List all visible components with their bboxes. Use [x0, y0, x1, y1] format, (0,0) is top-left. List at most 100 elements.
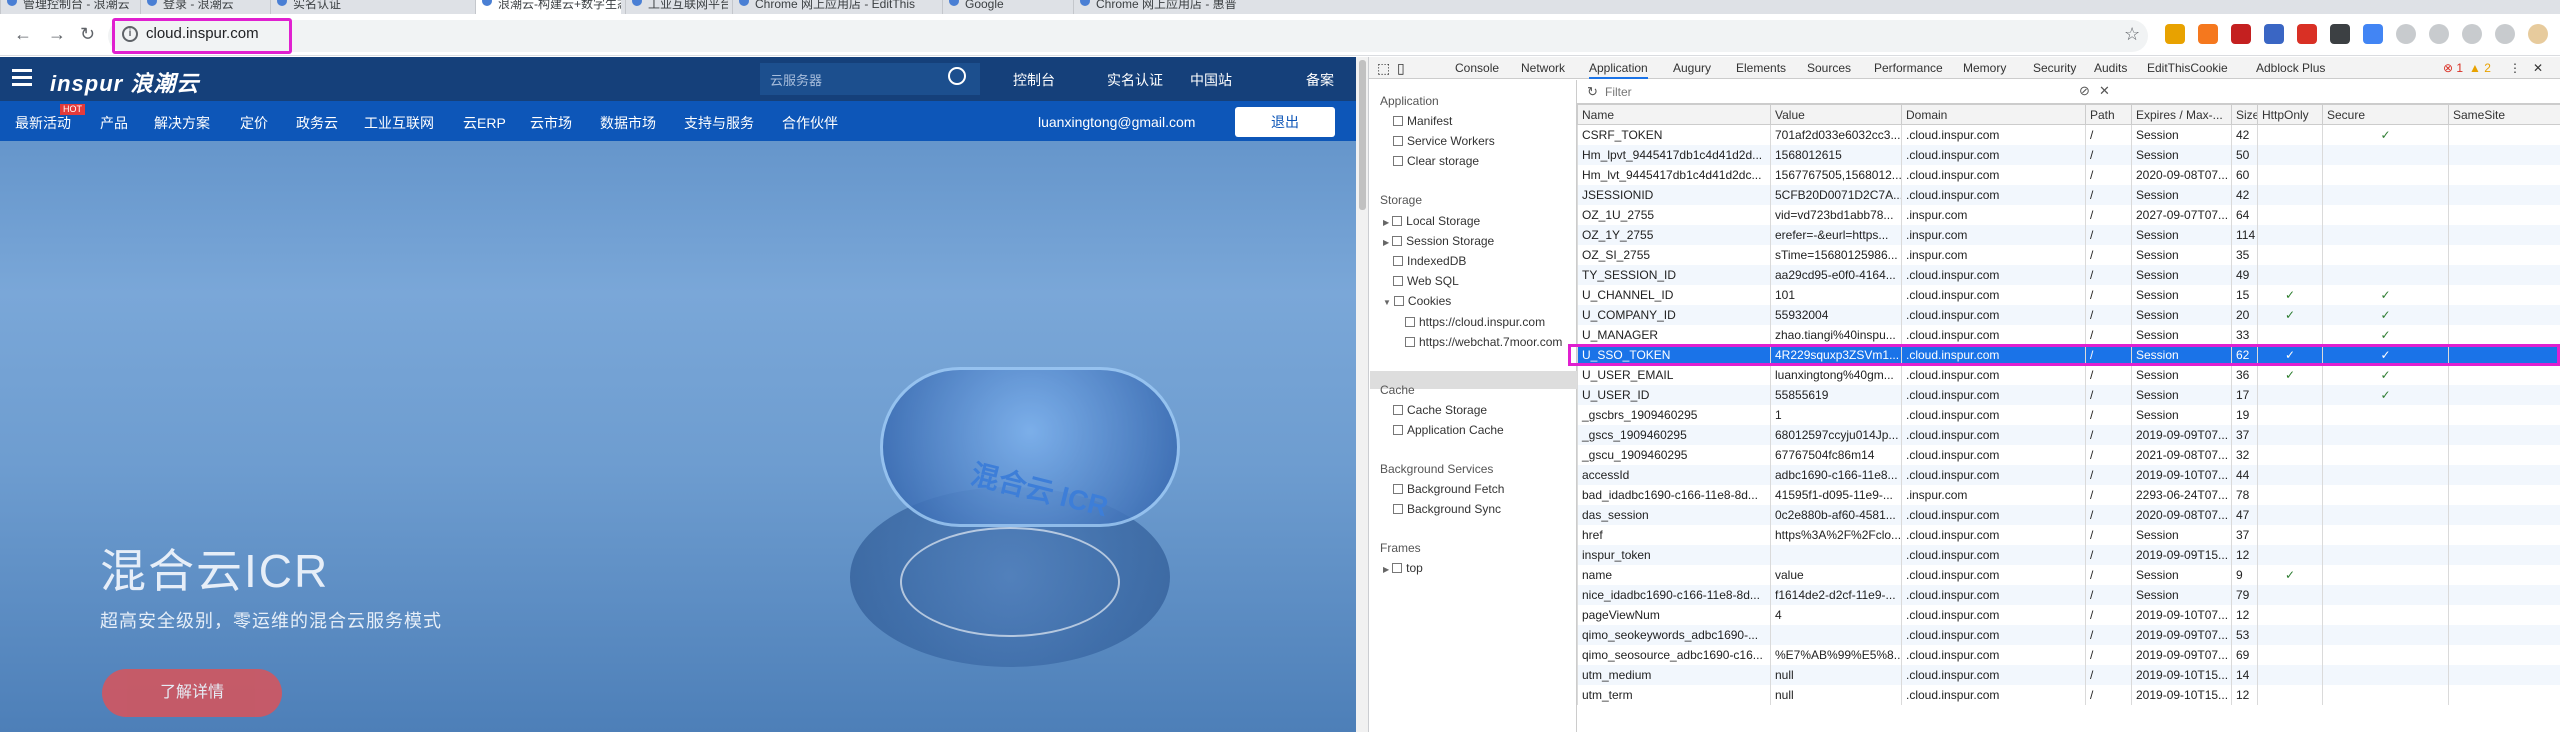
extension-icon[interactable] — [2528, 24, 2548, 44]
cookie-cell[interactable] — [2257, 524, 2323, 545]
cookie-cell[interactable]: _gscs_1909460295 — [1577, 424, 1771, 445]
cookie-cell[interactable] — [2448, 144, 2560, 165]
cookie-cell[interactable] — [2322, 144, 2449, 165]
cookie-cell[interactable] — [2257, 184, 2323, 205]
cookie-cell[interactable]: U_MANAGER — [1577, 324, 1771, 345]
site-nav-item[interactable]: 产品 — [100, 113, 128, 133]
sidebar-item[interactable]: Clear storage — [1393, 154, 1479, 168]
cookie-cell[interactable]: aa29cd95-e0f0-4164... — [1770, 264, 1902, 285]
cookie-cell[interactable] — [2257, 264, 2323, 285]
expand-arrow-icon[interactable]: ▶ — [1383, 218, 1389, 227]
warning-count[interactable]: ▲ 2 — [2469, 61, 2491, 75]
cookie-cell[interactable]: 114 — [2231, 224, 2258, 245]
cookie-cell[interactable]: 2019-09-09T07... — [2131, 424, 2232, 445]
extension-icon[interactable] — [2198, 24, 2218, 44]
cookie-cell[interactable]: inspur_token — [1577, 544, 1771, 565]
extension-icon[interactable] — [2330, 24, 2350, 44]
cookie-cell[interactable]: 1568012615 — [1770, 144, 1902, 165]
cookie-cell[interactable]: qimo_seosource_adbc1690-c16... — [1577, 644, 1771, 665]
cookie-cell[interactable]: / — [2085, 584, 2132, 605]
cookie-cell[interactable] — [2257, 604, 2323, 625]
cookie-cell[interactable]: Session — [2131, 564, 2232, 585]
extension-icon[interactable] — [2264, 24, 2284, 44]
device-toolbar-icon[interactable]: ▯ — [1397, 60, 1405, 77]
cookie-cell[interactable]: 68012597ccyju014Jp... — [1770, 424, 1902, 445]
cookie-cell[interactable]: / — [2085, 304, 2132, 325]
cookie-row[interactable]: qimo_seosource_adbc1690-c16... %E7%AB%99%… — [1577, 644, 2560, 665]
cookie-cell[interactable]: https%3A%2F%2Fclo... — [1770, 524, 1902, 545]
cookie-cell[interactable]: 49 — [2231, 264, 2258, 285]
devtools-tab[interactable]: Sources — [1807, 61, 1851, 75]
cookie-cell[interactable]: 2019-09-10T07... — [2131, 604, 2232, 625]
cookie-cell[interactable]: .cloud.inspur.com — [1901, 464, 2086, 485]
user-email[interactable]: luanxingtong@gmail.com — [1038, 114, 1195, 130]
column-header[interactable]: Value — [1770, 104, 1902, 125]
cookie-cell[interactable] — [2322, 264, 2449, 285]
browser-tab[interactable]: 工业互联网平台 — [625, 0, 728, 14]
cookie-cell[interactable] — [2322, 244, 2449, 265]
cookie-cell[interactable] — [2322, 544, 2449, 565]
devtools-tab[interactable]: Network — [1521, 61, 1565, 75]
cookie-cell[interactable]: / — [2085, 124, 2132, 145]
cookie-row[interactable]: nice_idadbc1690-c166-11e8-8d... f1614de2-… — [1577, 584, 2560, 605]
cookie-cell[interactable]: / — [2085, 484, 2132, 505]
logout-button[interactable]: 退出 — [1235, 107, 1335, 137]
inspect-icon[interactable]: ⬚ — [1377, 60, 1390, 77]
cookie-cell[interactable]: bad_idadbc1690-c166-11e8-8d... — [1577, 484, 1771, 505]
bookmark-star-icon[interactable]: ☆ — [2124, 24, 2140, 45]
cookie-cell[interactable]: / — [2085, 664, 2132, 685]
extension-icon[interactable] — [2429, 24, 2449, 44]
cookie-cell[interactable]: / — [2085, 244, 2132, 265]
cookie-cell[interactable]: f1614de2-d2cf-11e9-... — [1770, 584, 1902, 605]
cookie-cell[interactable]: Session — [2131, 264, 2232, 285]
cookie-cell[interactable] — [2257, 424, 2323, 445]
cookie-cell[interactable]: .cloud.inspur.com — [1901, 284, 2086, 305]
cookie-cell[interactable]: pageViewNum — [1577, 604, 1771, 625]
cookie-cell[interactable]: .cloud.inspur.com — [1901, 544, 2086, 565]
cookie-cell[interactable] — [2448, 584, 2560, 605]
cookie-cell[interactable]: _gscbrs_1909460295 — [1577, 404, 1771, 425]
cookie-cell[interactable]: U_USER_ID — [1577, 384, 1771, 405]
cookie-cell[interactable]: sTime=15680125986... — [1770, 244, 1902, 265]
cookie-cell[interactable] — [2448, 604, 2560, 625]
cookie-cell[interactable]: 2293-06-24T07... — [2131, 484, 2232, 505]
cookie-cell[interactable] — [2448, 684, 2560, 705]
cookie-cell[interactable]: .inspur.com — [1901, 204, 2086, 225]
site-nav-item[interactable]: 工业互联网 — [364, 113, 434, 133]
browser-tab[interactable]: Google — [942, 0, 1069, 14]
column-header[interactable]: Expires / Max-... — [2131, 104, 2232, 125]
cookie-row[interactable]: OZ_1Y_2755 erefer=-&eurl=https... .inspur.… — [1577, 224, 2560, 245]
cookie-cell[interactable]: ✓ — [2322, 324, 2449, 345]
cookie-cell[interactable]: 78 — [2231, 484, 2258, 505]
cookie-row[interactable]: U_COMPANY_ID 55932004 .cloud.inspur.com / Se… — [1577, 304, 2560, 325]
column-header[interactable]: Size — [2231, 104, 2258, 125]
cookie-cell[interactable]: 20 — [2231, 304, 2258, 325]
browser-tab[interactable]: Chrome 网上应用店 - EditThis — [732, 0, 938, 14]
cookie-cell[interactable]: 14 — [2231, 664, 2258, 685]
cookie-cell[interactable] — [1770, 624, 1902, 645]
search-icon[interactable] — [948, 67, 966, 85]
cookie-cell[interactable]: / — [2085, 224, 2132, 245]
cookie-row[interactable]: utm_term null .cloud.inspur.com/2019-09-10… — [1577, 684, 2560, 705]
site-nav-item[interactable]: 解决方案 — [154, 113, 210, 133]
cookie-cell[interactable] — [2448, 304, 2560, 325]
cookie-cell[interactable] — [2448, 244, 2560, 265]
cookie-cell[interactable]: / — [2085, 324, 2132, 345]
cookie-cell[interactable]: 2019-09-10T15... — [2131, 684, 2232, 705]
cookie-cell[interactable] — [2448, 664, 2560, 685]
cookie-cell[interactable]: Session — [2131, 384, 2232, 405]
page-scrollbar-thumb[interactable] — [1359, 60, 1366, 210]
cookie-row[interactable]: OZ_SI_2755 sTime=15680125986... .inspur.co… — [1577, 244, 2560, 265]
cookie-cell[interactable]: Session — [2131, 244, 2232, 265]
cookie-cell[interactable]: .cloud.inspur.com — [1901, 444, 2086, 465]
cookie-cell[interactable]: null — [1770, 664, 1902, 685]
cookie-cell[interactable]: 33 — [2231, 324, 2258, 345]
site-nav-item[interactable]: 云ERP — [463, 113, 506, 133]
devtools-tab[interactable]: Console — [1455, 61, 1499, 75]
cookie-cell[interactable]: Session — [2131, 184, 2232, 205]
cookie-cell[interactable]: / — [2085, 464, 2132, 485]
cookie-cell[interactable]: accessId — [1577, 464, 1771, 485]
expand-arrow-icon[interactable]: ▶ — [1383, 565, 1389, 574]
cookie-cell[interactable]: .inspur.com — [1901, 244, 2086, 265]
cookie-cell[interactable] — [2257, 584, 2323, 605]
